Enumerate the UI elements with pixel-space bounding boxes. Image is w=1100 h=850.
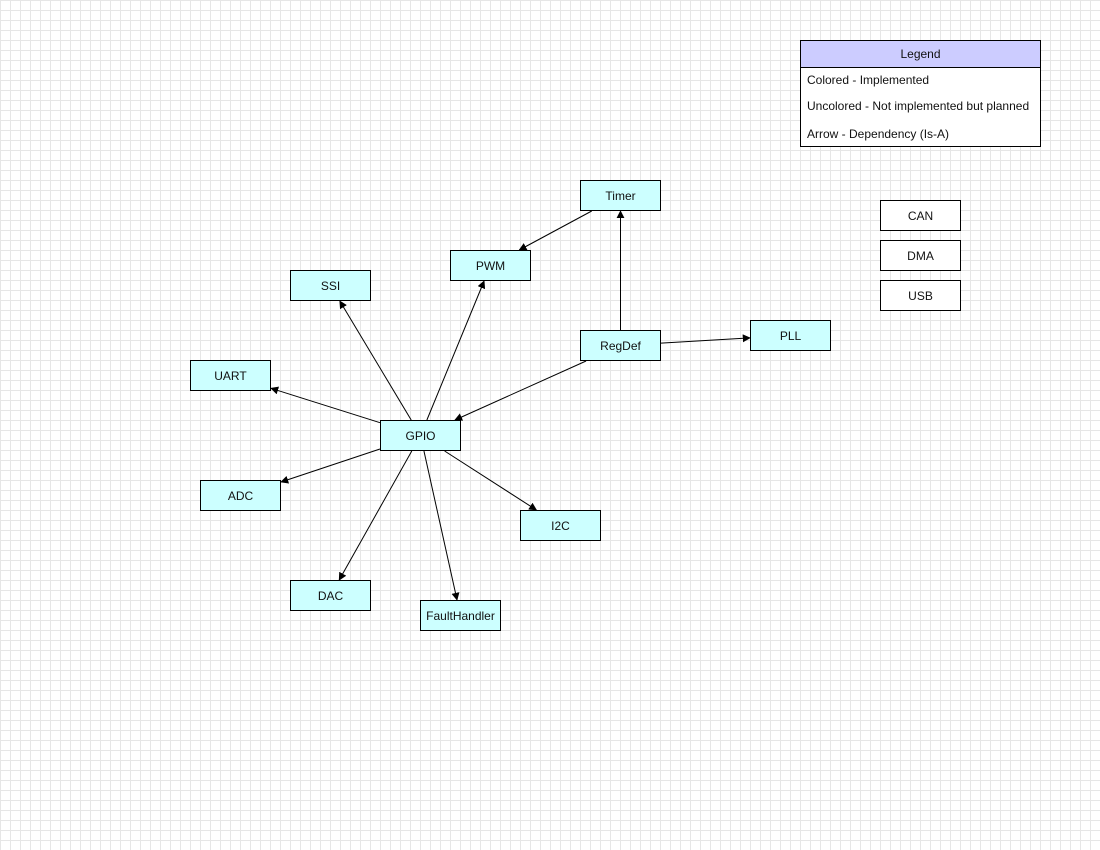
edge-gpio-to-i2c bbox=[444, 450, 538, 511]
node-pll[interactable]: PLL bbox=[750, 320, 831, 351]
edge-gpio-to-adc bbox=[280, 448, 381, 484]
node-regdef[interactable]: RegDef bbox=[580, 330, 661, 361]
legend-item-implemented: Colored - Implemented bbox=[807, 73, 930, 87]
diagram-canvas: Legend Colored - Implemented Uncolored -… bbox=[0, 0, 1100, 850]
edge-gpio-to-faulthandler bbox=[423, 450, 460, 601]
node-dac[interactable]: DAC bbox=[290, 580, 371, 611]
node-i2c[interactable]: I2C bbox=[520, 510, 601, 541]
legend-item-planned: Uncolored - Not implemented but planned bbox=[807, 99, 1030, 113]
node-adc[interactable]: ADC bbox=[200, 480, 281, 511]
edge-regdef-to-gpio bbox=[454, 360, 587, 421]
node-pwm[interactable]: PWM bbox=[450, 250, 531, 281]
legend-box: Legend Colored - Implemented Uncolored -… bbox=[800, 40, 1041, 147]
edge-gpio-to-ssi bbox=[339, 300, 412, 421]
edge-gpio-to-dac bbox=[338, 450, 413, 581]
node-ssi[interactable]: SSI bbox=[290, 270, 371, 301]
node-can[interactable]: CAN bbox=[880, 200, 961, 231]
legend-item-dependency: Arrow - Dependency (Is-A) bbox=[807, 127, 950, 141]
node-uart[interactable]: UART bbox=[190, 360, 271, 391]
edge-gpio-to-uart bbox=[270, 386, 381, 424]
node-gpio[interactable]: GPIO bbox=[380, 420, 461, 451]
node-faulthandler[interactable]: FaultHandler bbox=[420, 600, 501, 631]
node-usb[interactable]: USB bbox=[880, 280, 961, 311]
edge-regdef-to-pll bbox=[660, 334, 751, 344]
node-timer[interactable]: Timer bbox=[580, 180, 661, 211]
edge-gpio-to-pwm bbox=[426, 280, 486, 421]
node-dma[interactable]: DMA bbox=[880, 240, 961, 271]
edge-timer-to-pwm bbox=[518, 210, 592, 251]
legend-title: Legend bbox=[801, 41, 1040, 68]
